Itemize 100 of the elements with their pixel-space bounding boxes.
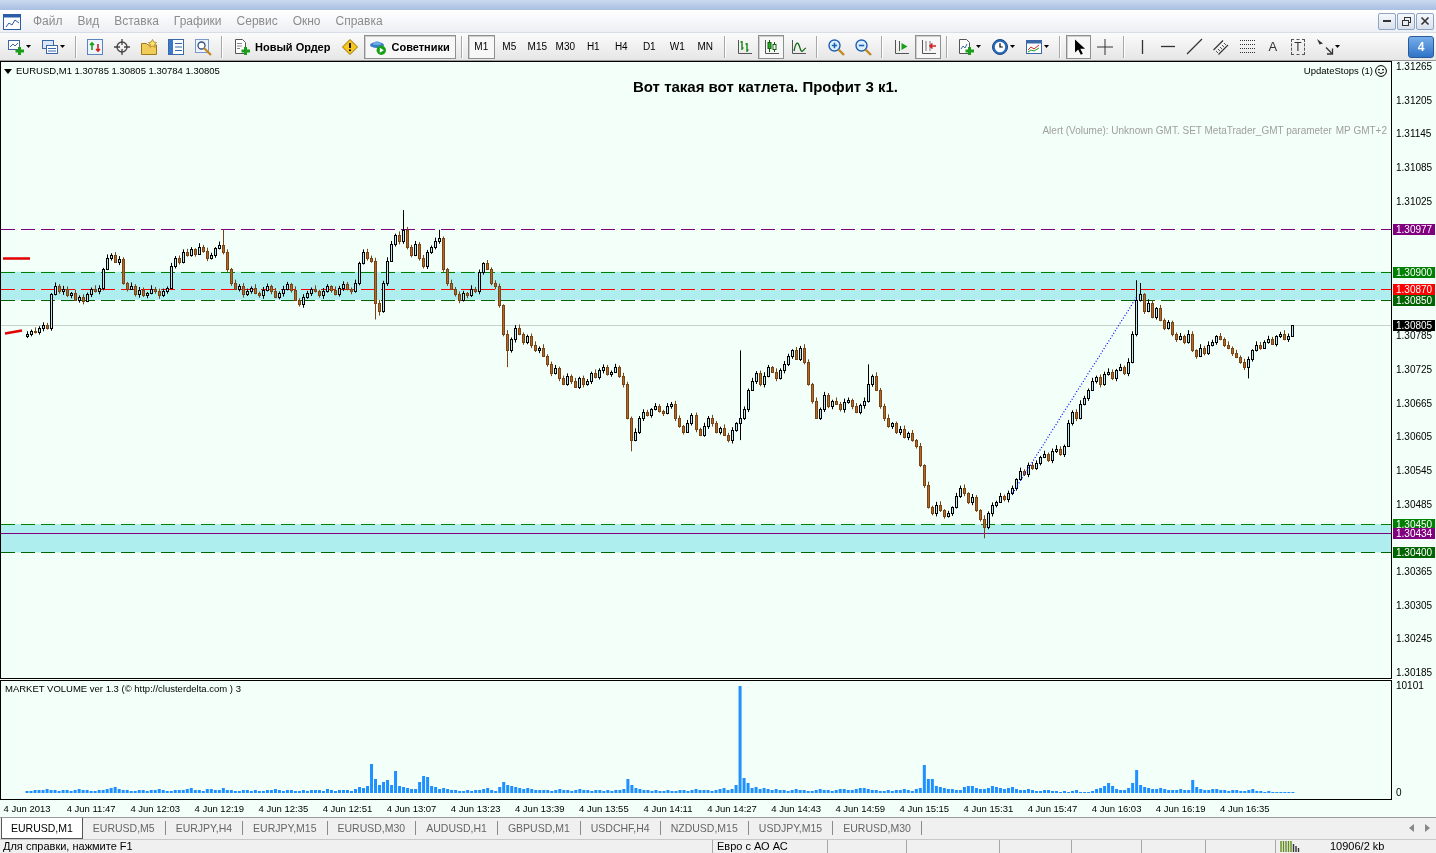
collapse-triangle-icon (4, 68, 12, 74)
time-axis-label: 4 Jun 13:55 (579, 802, 629, 815)
symbol-quote: EURUSD,M1 1.30785 1.30805 1.30784 1.30805 (16, 65, 220, 77)
minimize-icon (1383, 20, 1391, 22)
smiley-icon (1375, 65, 1387, 77)
candlestick-icon (762, 38, 779, 55)
price-level-label: 1.30977 (1393, 224, 1435, 235)
chart-comment: Вот такая вот катлета. Профит 3 к1. (633, 78, 898, 96)
caret-icon (1334, 45, 1340, 48)
chart-tab[interactable]: EURUSD,M30 (833, 821, 922, 835)
experts-button[interactable]: Советники (364, 34, 456, 59)
chart-tab[interactable]: EURUSD,M1 (1, 818, 83, 839)
time-axis-label: 4 Jun 16:03 (1091, 802, 1142, 815)
timeframe-button[interactable]: H1 (579, 34, 607, 59)
price-axis-label: 1.30185 (1396, 666, 1433, 679)
volume-axis-label: 10101 (1396, 680, 1424, 692)
connection-bars-icon (1280, 841, 1300, 852)
chart-tab[interactable]: USDCHF,H4 (580, 821, 661, 835)
caret-icon (1009, 45, 1015, 48)
time-axis-label: 4 Jun 12:51 (322, 802, 373, 815)
caret-icon (1043, 45, 1049, 48)
price-axis-label: 1.31085 (1396, 162, 1433, 175)
caret-icon (26, 45, 31, 48)
price-axis-label: 1.31205 (1396, 94, 1433, 107)
chart-window-icon (3, 12, 21, 30)
menu-item[interactable]: Справка (328, 12, 391, 30)
time-axis-label: 4 Jun 16:19 (1155, 802, 1206, 815)
timeframe-button[interactable]: W1 (663, 34, 691, 59)
alert-text: Alert (Volume): Unknown GMT. SET MetaTrader_GMT parameter (1042, 125, 1332, 137)
price-axis-label: 1.30785 (1396, 330, 1433, 343)
arrows-window-icon (87, 38, 103, 55)
timeframe-button[interactable]: M30 (551, 34, 579, 59)
order-marker-icon (3, 257, 30, 260)
order-marker-icon (4, 329, 23, 335)
chart-tab[interactable]: EURUSD,M5 (82, 821, 166, 835)
close-button[interactable] (1416, 12, 1434, 30)
autoscroll-button[interactable] (914, 34, 941, 59)
time-axis-label: 4 Jun 15:31 (963, 802, 1014, 815)
traffic-text: 10906/2 kb (1330, 840, 1385, 853)
chart-tab[interactable]: NZDUSD,M15 (660, 821, 749, 835)
text-label-tool-button[interactable]: T (1290, 38, 1305, 55)
price-axis-label: 1.31025 (1396, 195, 1433, 208)
new-order-button[interactable]: Новый Ордер (228, 34, 337, 59)
horizontal-line-icon (1161, 45, 1176, 48)
timeframe-button[interactable]: M15 (523, 34, 551, 59)
hat-play-icon (370, 38, 387, 55)
cursor-button[interactable] (1065, 34, 1091, 59)
menu-item[interactable]: Файл (26, 12, 71, 30)
time-axis-label: 4 Jun 14:27 (707, 802, 757, 815)
text-tool-button[interactable]: A (1261, 34, 1284, 59)
clock-icon (991, 38, 1008, 55)
document-plus-icon (234, 38, 250, 55)
minimize-button[interactable] (1378, 12, 1396, 30)
chart-tab[interactable]: GBPUSD,M1 (497, 821, 581, 835)
right-triangle-icon (1425, 824, 1430, 832)
time-axis-label: 4 Jun 13:07 (386, 802, 437, 815)
restore-button[interactable] (1397, 12, 1415, 30)
volume-axis-label: 0 (1396, 787, 1402, 799)
arrow-marks-icon (1316, 38, 1333, 55)
menu-item[interactable]: Окно (285, 12, 329, 30)
target-icon (114, 38, 130, 55)
chart-tab[interactable]: EURJPY,M15 (243, 821, 328, 835)
close-icon (1421, 17, 1429, 25)
time-axis-label: 4 Jun 12:19 (194, 802, 245, 815)
menu-item[interactable]: Графики (166, 12, 230, 30)
price-axis-label: 1.30305 (1396, 599, 1433, 612)
timeframe-button[interactable]: D1 (635, 34, 663, 59)
price-axis-label: 1.30725 (1396, 364, 1433, 376)
chart-tab[interactable]: AUDUSD,H1 (416, 821, 498, 835)
timeframe-button[interactable]: M1 (467, 34, 495, 59)
menu-item[interactable]: Вид (70, 12, 108, 30)
time-axis-label: 4 Jun 16:35 (1219, 802, 1270, 815)
list-window-icon (168, 38, 184, 55)
time-axis-label: 4 Jun 14:11 (643, 802, 693, 815)
timeframe-button[interactable]: M5 (495, 34, 523, 59)
chart-window-icon (1025, 38, 1042, 55)
chart-shift-icon (892, 38, 909, 55)
chart-tab[interactable]: EURUSD,M30 (327, 821, 417, 835)
time-axis-label: 4 Jun 13:39 (514, 802, 565, 815)
menu-item[interactable]: Вставка (107, 12, 167, 30)
restore-icon (1401, 16, 1411, 26)
warning-icon (342, 38, 359, 55)
price-axis-label: 1.31145 (1396, 128, 1432, 141)
bar-chart-icon (735, 38, 752, 55)
autoscroll-icon (919, 38, 936, 55)
status-text: Для справки, нажмите F1 (3, 840, 133, 853)
time-axis-label: 4 Jun 2013 (3, 802, 51, 815)
messages-button[interactable]: 4 (1408, 35, 1434, 58)
candlestick-button[interactable] (757, 34, 784, 59)
time-axis-label: 4 Jun 12:35 (258, 802, 309, 815)
timeframe-button[interactable]: H4 (607, 34, 635, 59)
timeframe-button[interactable]: MN (691, 34, 719, 59)
chart-tab[interactable]: EURJPY,H4 (165, 821, 244, 835)
magnifier-window-icon (195, 38, 211, 55)
price-level-label: 1.30805 (1393, 320, 1435, 331)
chart-tab[interactable]: USDJPY,M15 (748, 821, 834, 835)
menu-item[interactable]: Сервис (229, 12, 286, 30)
price-axis-label: 1.30365 (1396, 565, 1433, 578)
channel-icon (1212, 38, 1229, 55)
price-level-label: 1.30870 (1393, 284, 1435, 295)
